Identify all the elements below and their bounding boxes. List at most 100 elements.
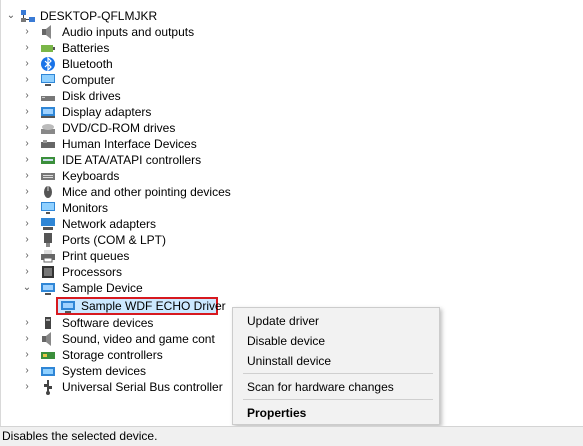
network-device-icon bbox=[61, 301, 75, 313]
device-manager-window: ⌄ DESKTOP-QFLMJKR › Audio inputs and outp… bbox=[0, 0, 583, 446]
tree-item-label: Software devices bbox=[62, 316, 154, 330]
chevron-right-icon[interactable]: › bbox=[22, 152, 32, 168]
battery-icon bbox=[41, 45, 55, 52]
monitor-icon bbox=[41, 202, 55, 214]
tree-item-label: Computer bbox=[62, 73, 115, 87]
tree-item-bluetooth[interactable]: › Bluetooth bbox=[22, 56, 322, 72]
chevron-right-icon[interactable]: › bbox=[22, 315, 32, 331]
computer-icon bbox=[41, 74, 55, 86]
menu-item-properties[interactable]: Properties bbox=[233, 404, 439, 422]
tree-item-print-queues[interactable]: › Print queues bbox=[22, 248, 322, 264]
tree-item-human-interface-devices[interactable]: › Human Interface Devices bbox=[22, 136, 322, 152]
menu-item-update-driver[interactable]: Update driver bbox=[233, 312, 439, 330]
tree-item-sample-device[interactable]: ⌄ Sample Device bbox=[22, 280, 322, 296]
menu-item-disable-device[interactable]: Disable device bbox=[233, 332, 439, 350]
tree-item-display-adapters[interactable]: › Display adapters bbox=[22, 104, 322, 120]
chevron-right-icon[interactable]: › bbox=[22, 331, 32, 347]
tree-item-computer[interactable]: › Computer bbox=[22, 72, 322, 88]
tree-item-monitors[interactable]: › Monitors bbox=[22, 200, 322, 216]
chevron-right-icon[interactable]: › bbox=[22, 216, 32, 232]
menu-item-uninstall-device[interactable]: Uninstall device bbox=[233, 352, 439, 370]
computer-tree-icon bbox=[21, 10, 35, 22]
computer-name-label: DESKTOP-QFLMJKR bbox=[40, 9, 158, 23]
chevron-right-icon[interactable]: › bbox=[22, 168, 32, 184]
tree-item-network-adapters[interactable]: › Network adapters bbox=[22, 216, 322, 232]
chevron-right-icon[interactable]: › bbox=[22, 379, 32, 395]
ide-icon bbox=[41, 157, 55, 164]
mouse-icon bbox=[44, 186, 52, 198]
usb-icon bbox=[44, 380, 52, 395]
status-text: Disables the selected device. bbox=[2, 429, 158, 443]
menu-separator bbox=[243, 373, 433, 374]
tree-item-label: Keyboards bbox=[62, 169, 120, 183]
tree-item-batteries[interactable]: › Batteries bbox=[22, 40, 322, 56]
bluetooth-icon bbox=[41, 56, 55, 72]
speaker-icon bbox=[42, 25, 51, 39]
chevron-right-icon[interactable]: › bbox=[22, 120, 32, 136]
tree-item-label: Print queues bbox=[62, 249, 130, 263]
chevron-right-icon[interactable]: › bbox=[22, 40, 32, 56]
tree-item-dvd-cd-rom-drives[interactable]: › DVD/CD-ROM drives bbox=[22, 120, 322, 136]
chevron-right-icon[interactable]: › bbox=[22, 24, 32, 40]
storage-icon bbox=[41, 352, 55, 359]
tree-item-disk-drives[interactable]: › Disk drives bbox=[22, 88, 322, 104]
tree-item-label: Bluetooth bbox=[62, 57, 113, 71]
network-icon bbox=[41, 218, 55, 230]
tree-item-label: Sound, video and game cont bbox=[62, 332, 215, 346]
keyboard-icon bbox=[41, 173, 55, 180]
tree-item-label: Sample Device bbox=[62, 281, 143, 295]
tree-item-label: IDE ATA/ATAPI controllers bbox=[62, 153, 202, 167]
tree-item-audio-inputs-and-outputs[interactable]: › Audio inputs and outputs bbox=[22, 24, 322, 40]
tree-item-label: Ports (COM & LPT) bbox=[62, 233, 167, 247]
tree-item-label: Mice and other pointing devices bbox=[62, 185, 231, 199]
display-adapter-icon bbox=[41, 107, 55, 118]
disk-drive-icon bbox=[41, 96, 55, 101]
context-menu: Update driver Disable device Uninstall d… bbox=[232, 307, 440, 425]
tree-item-label: Processors bbox=[62, 265, 123, 279]
software-icon bbox=[45, 317, 51, 329]
tree-item-label: Monitors bbox=[62, 201, 109, 215]
chevron-right-icon[interactable]: › bbox=[22, 347, 32, 363]
menu-item-scan-hardware[interactable]: Scan for hardware changes bbox=[233, 378, 439, 396]
tree-item-label: Disk drives bbox=[62, 89, 121, 103]
chevron-right-icon[interactable]: › bbox=[22, 88, 32, 104]
chevron-right-icon[interactable]: › bbox=[22, 200, 32, 216]
tree-item-sample-wdf-echo-driver[interactable]: Sample WDF ECHO Driver bbox=[60, 298, 226, 314]
status-bar: Disables the selected device. bbox=[0, 426, 583, 446]
chevron-right-icon[interactable]: › bbox=[22, 232, 32, 248]
child-item-label: Sample WDF ECHO Driver bbox=[81, 299, 226, 313]
tree-item-label: Storage controllers bbox=[62, 348, 163, 362]
system-icon bbox=[41, 367, 55, 376]
menu-separator bbox=[243, 399, 433, 400]
hid-icon bbox=[41, 140, 55, 148]
chevron-right-icon[interactable]: › bbox=[22, 363, 32, 379]
tree-item-ide-ata-atapi-controllers[interactable]: › IDE ATA/ATAPI controllers bbox=[22, 152, 322, 168]
chevron-right-icon[interactable]: › bbox=[22, 136, 32, 152]
chevron-right-icon[interactable]: › bbox=[22, 56, 32, 72]
tree-item-keyboards[interactable]: › Keyboards bbox=[22, 168, 322, 184]
chevron-right-icon[interactable]: › bbox=[22, 104, 32, 120]
tree-item-label: System devices bbox=[62, 364, 147, 378]
tree-item-label: Network adapters bbox=[62, 217, 157, 231]
sound-icon bbox=[42, 332, 51, 346]
processor-icon bbox=[42, 266, 54, 278]
tree-item-ports-com-lpt[interactable]: › Ports (COM & LPT) bbox=[22, 232, 322, 248]
chevron-right-icon[interactable]: › bbox=[22, 264, 32, 280]
tree-item-label: Human Interface Devices bbox=[62, 137, 197, 151]
chevron-down-icon[interactable]: ⌄ bbox=[22, 280, 32, 296]
tree-item-label: Batteries bbox=[62, 41, 110, 55]
chevron-right-icon[interactable]: › bbox=[22, 72, 32, 88]
port-icon bbox=[44, 233, 52, 247]
chevron-right-icon[interactable]: › bbox=[22, 184, 32, 200]
tree-root[interactable]: ⌄ DESKTOP-QFLMJKR bbox=[6, 8, 306, 24]
printer-icon bbox=[41, 250, 55, 263]
chevron-right-icon[interactable]: › bbox=[22, 248, 32, 264]
tree-item-label: Display adapters bbox=[62, 105, 152, 119]
dvd-icon bbox=[41, 124, 55, 134]
tree-item-mice-and-other-pointing-devices[interactable]: › Mice and other pointing devices bbox=[22, 184, 322, 200]
tree-item-processors[interactable]: › Processors bbox=[22, 264, 322, 280]
tree-item-label: Audio inputs and outputs bbox=[62, 25, 195, 39]
tree-item-label: Universal Serial Bus controller bbox=[62, 380, 223, 394]
chevron-down-icon[interactable]: ⌄ bbox=[6, 8, 16, 24]
tree-item-label: DVD/CD-ROM drives bbox=[62, 121, 176, 135]
